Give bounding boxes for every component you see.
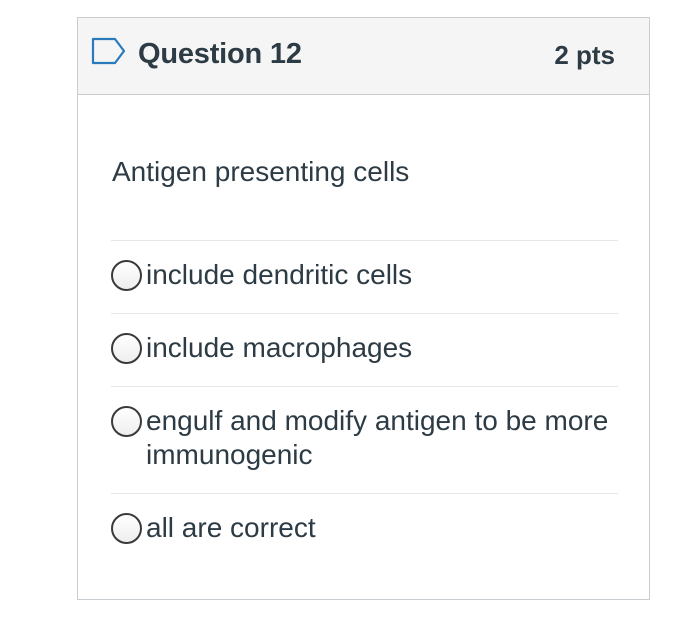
question-card: Question 12 2 pts Antigen presenting cel… xyxy=(77,17,650,600)
answer-option[interactable]: include macrophages xyxy=(111,313,618,386)
question-header: Question 12 2 pts xyxy=(78,18,649,95)
question-text: Antigen presenting cells xyxy=(112,156,410,187)
question-points: 2 pts xyxy=(554,40,615,70)
radio-button[interactable] xyxy=(111,406,142,437)
answer-label[interactable]: include macrophages xyxy=(146,331,616,365)
answer-option[interactable]: engulf and modify antigen to be more imm… xyxy=(111,386,618,493)
flag-question-icon[interactable] xyxy=(91,37,127,65)
answer-option[interactable]: all are correct xyxy=(111,493,618,573)
answer-label[interactable]: include dendritic cells xyxy=(146,258,616,292)
answer-option[interactable]: include dendritic cells xyxy=(111,240,618,313)
radio-button[interactable] xyxy=(111,260,142,291)
answer-label[interactable]: engulf and modify antigen to be more imm… xyxy=(146,404,616,472)
answer-label[interactable]: all are correct xyxy=(146,511,616,545)
radio-button[interactable] xyxy=(111,513,142,544)
question-title: Question 12 xyxy=(138,38,302,70)
radio-button[interactable] xyxy=(111,333,142,364)
answer-list: include dendritic cells include macropha… xyxy=(111,240,618,573)
